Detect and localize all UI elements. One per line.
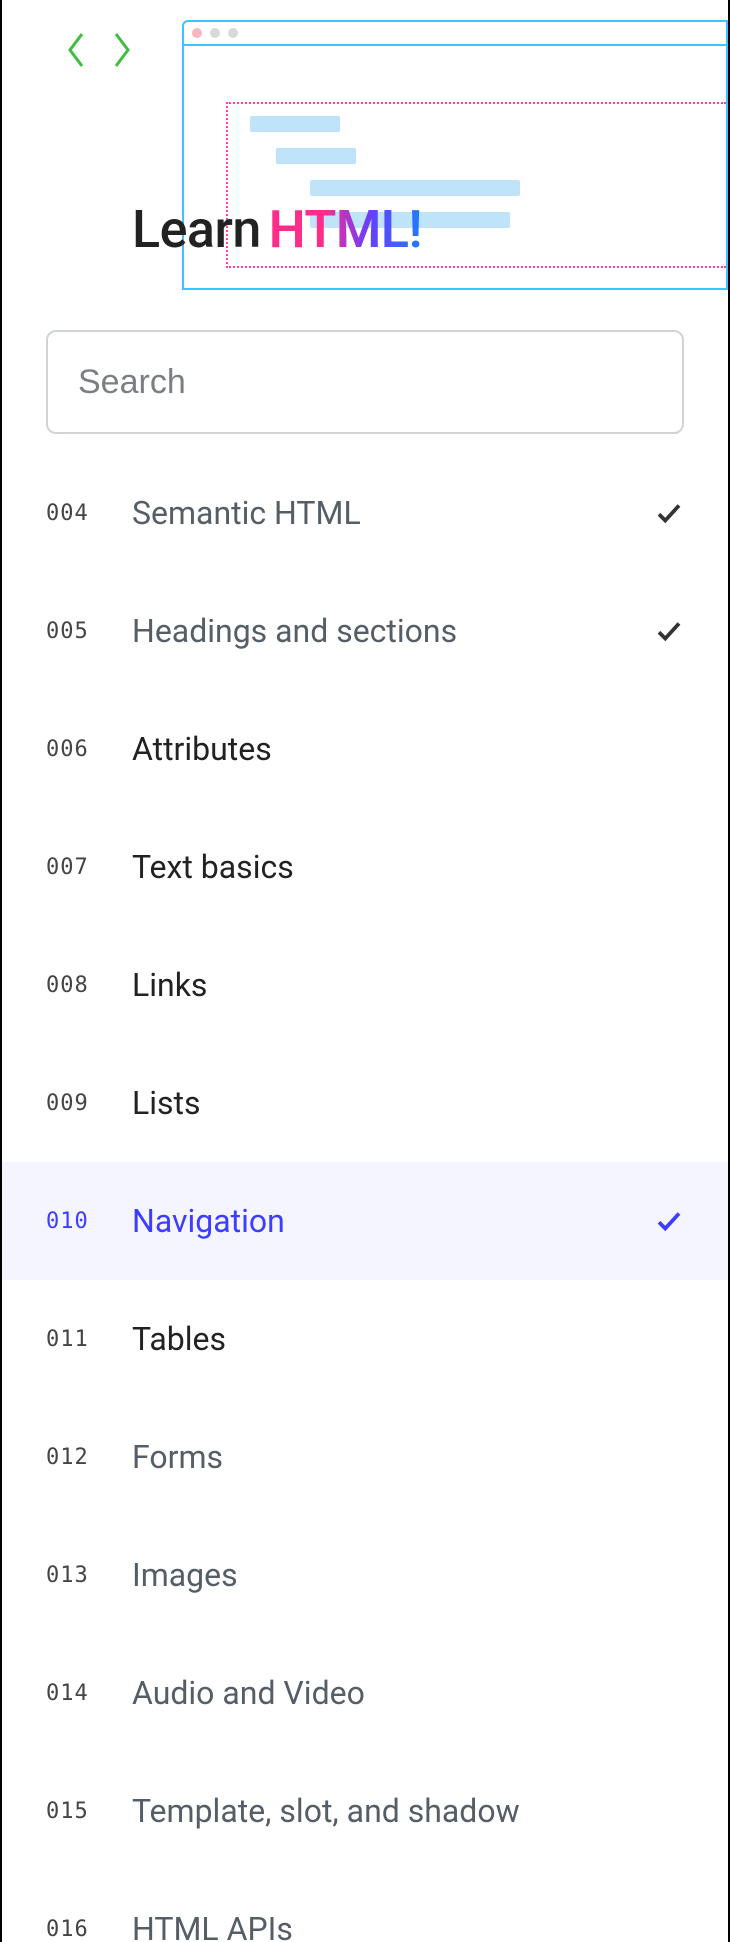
lesson-number: 004 — [46, 501, 96, 526]
lesson-item[interactable]: 010 Navigation — [2, 1162, 728, 1280]
lesson-label: Lists — [132, 1084, 618, 1122]
course-title: LearnHTML! — [132, 199, 422, 260]
search-container — [2, 290, 728, 454]
lesson-item[interactable]: 008 Links — [2, 926, 728, 1044]
window-dot-grey-icon — [210, 28, 220, 38]
lesson-number: 012 — [46, 1445, 96, 1470]
next-arrow-icon[interactable] — [108, 30, 136, 70]
lesson-label: Attributes — [132, 730, 618, 768]
check-icon — [654, 1206, 684, 1236]
lesson-number: 007 — [46, 855, 96, 880]
lesson-number: 011 — [46, 1327, 96, 1352]
check-icon — [654, 498, 684, 528]
lesson-item[interactable]: 016 HTML APIs — [2, 1870, 728, 1942]
lesson-number: 010 — [46, 1209, 96, 1234]
lesson-number: 008 — [46, 973, 96, 998]
lesson-item[interactable]: 006 Attributes — [2, 690, 728, 808]
lesson-label: HTML APIs — [132, 1910, 618, 1942]
lesson-label: Template, slot, and shadow — [132, 1792, 618, 1830]
search-input[interactable] — [46, 330, 684, 434]
lesson-list: 004 Semantic HTML 005 Headings and sections… — [2, 454, 728, 1942]
nav-arrows — [62, 30, 136, 70]
lesson-number: 006 — [46, 737, 96, 762]
lesson-label: Images — [132, 1556, 618, 1594]
lesson-number: 013 — [46, 1563, 96, 1588]
lesson-label: Text basics — [132, 848, 618, 886]
lesson-number: 015 — [46, 1799, 96, 1824]
lesson-item[interactable]: 011 Tables — [2, 1280, 728, 1398]
lesson-item[interactable]: 012 Forms — [2, 1398, 728, 1516]
lesson-number: 014 — [46, 1681, 96, 1706]
course-title-html: HTML! — [269, 199, 422, 260]
prev-arrow-icon[interactable] — [62, 30, 90, 70]
course-title-learn: Learn — [132, 199, 261, 260]
sidebar-header: LearnHTML! — [2, 0, 728, 290]
lesson-number: 005 — [46, 619, 96, 644]
lesson-number: 009 — [46, 1091, 96, 1116]
lesson-number: 016 — [46, 1917, 96, 1942]
lesson-item[interactable]: 005 Headings and sections — [2, 572, 728, 690]
lesson-item[interactable]: 015 Template, slot, and shadow — [2, 1752, 728, 1870]
lesson-label: Links — [132, 966, 618, 1004]
lesson-label: Navigation — [132, 1202, 618, 1240]
lesson-label: Tables — [132, 1320, 618, 1358]
lesson-label: Headings and sections — [132, 612, 618, 650]
lesson-item[interactable]: 014 Audio and Video — [2, 1634, 728, 1752]
lesson-label: Audio and Video — [132, 1674, 618, 1712]
lesson-label: Forms — [132, 1438, 618, 1476]
lesson-item[interactable]: 013 Images — [2, 1516, 728, 1634]
lesson-item[interactable]: 009 Lists — [2, 1044, 728, 1162]
window-dot-grey2-icon — [228, 28, 238, 38]
lesson-item[interactable]: 004 Semantic HTML — [2, 454, 728, 572]
course-sidebar: LearnHTML! 004 Semantic HTML 005 Headings a… — [0, 0, 730, 1942]
lesson-item[interactable]: 007 Text basics — [2, 808, 728, 926]
check-icon — [654, 616, 684, 646]
lesson-label: Semantic HTML — [132, 494, 618, 532]
illustration-titlebar — [184, 22, 726, 46]
window-dot-red-icon — [192, 28, 202, 38]
